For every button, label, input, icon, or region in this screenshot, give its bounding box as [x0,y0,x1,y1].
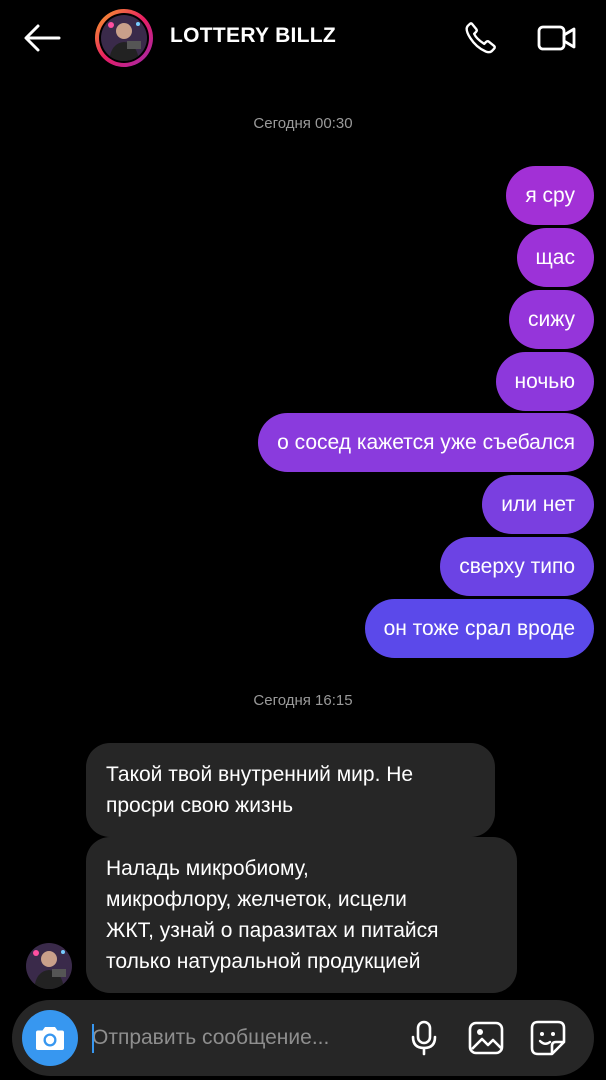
timestamp: Сегодня 00:30 [253,115,353,132]
message-line: только натуральной продукцией [106,950,421,973]
received-message[interactable]: Наладь микробиому, микрофлору, желчеток,… [86,837,517,993]
sender-avatar[interactable] [26,943,72,989]
video-camera-icon[interactable] [533,16,581,60]
message-line: Наладь микробиому, [106,857,309,880]
microphone-icon[interactable] [404,1018,444,1058]
phone-icon[interactable] [458,16,502,60]
text-caret [92,1024,94,1053]
sent-message[interactable]: он тоже срал вроде [364,599,594,658]
avatar-image [101,15,147,61]
sent-message[interactable]: ночью [495,352,594,411]
avatar[interactable] [95,9,153,67]
sent-message[interactable]: я сру [506,166,594,225]
back-arrow-icon[interactable] [22,18,62,58]
gallery-icon[interactable] [466,1018,506,1058]
message-line: микрофлору, желчеток, исцели [106,888,407,911]
sticker-icon[interactable] [528,1018,568,1058]
sent-message[interactable]: или нет [482,475,594,534]
message-input[interactable] [92,1018,382,1058]
camera-icon[interactable] [22,1010,78,1066]
message-composer [12,1000,594,1076]
received-message[interactable]: Такой твой внутренний мир. Не просри сво… [86,743,495,837]
message-line: просри свою жизнь [106,794,294,817]
sent-message[interactable]: сверху типо [440,537,594,596]
page-title[interactable]: LOTTERY BILLZ [170,24,336,48]
sent-message[interactable]: о сосед кажется уже съебался [258,413,594,472]
sent-message[interactable]: сижу [508,290,594,349]
sent-message[interactable]: щас [516,228,594,287]
chat-header: LOTTERY BILLZ [0,0,606,76]
timestamp: Сегодня 16:15 [253,692,353,709]
message-line: ЖКТ, узнай о паразитах и питайся [106,919,439,942]
message-line: Такой твой внутренний мир. Не [106,763,414,786]
